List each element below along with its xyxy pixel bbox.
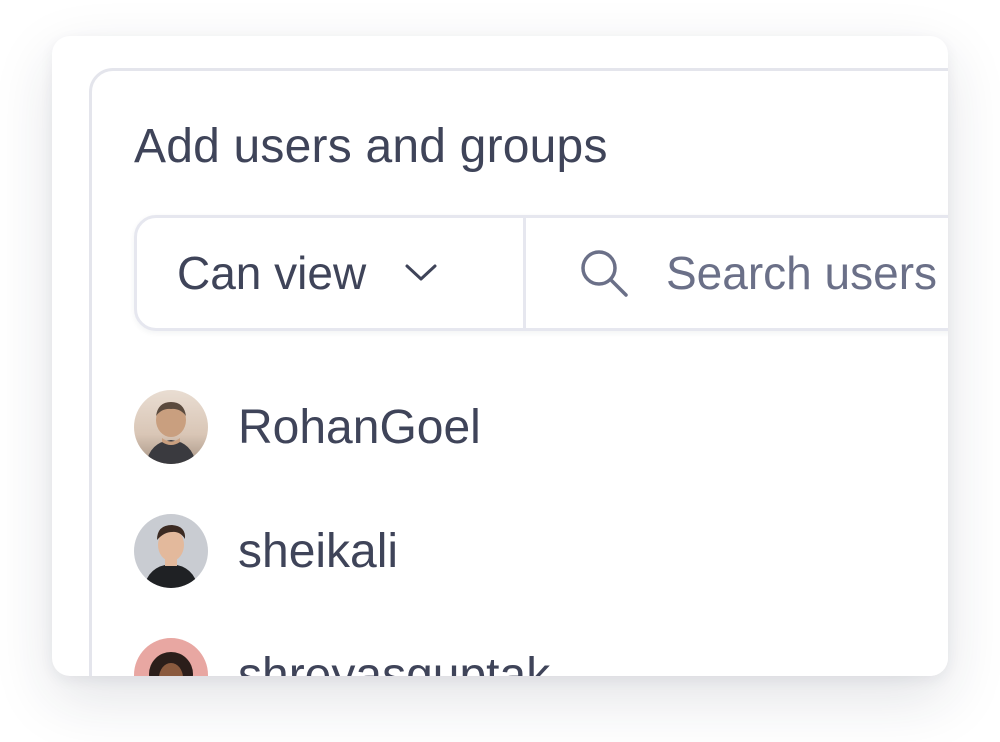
permission-selected-value: Can view [177, 247, 367, 299]
add-users-control-bar: Can view [134, 215, 948, 331]
avatar [134, 514, 208, 588]
user-name: sheikali [238, 524, 399, 578]
user-list-item[interactable]: shreyasguptak [134, 637, 550, 676]
avatar [134, 390, 208, 464]
user-name: shreyasguptak [238, 648, 551, 677]
search-box[interactable] [526, 218, 948, 328]
dialog-card: Add users and groups Can view Search use… [52, 36, 948, 676]
panel-title: Add users and groups [134, 120, 608, 173]
user-list-item[interactable]: sheikali [134, 513, 398, 589]
search-icon [578, 247, 630, 299]
chevron-down-icon [404, 263, 438, 283]
search-input[interactable] [666, 246, 948, 300]
user-list-item[interactable]: RohanGoel [134, 389, 481, 465]
avatar [134, 638, 208, 676]
user-name: RohanGoel [238, 400, 481, 454]
permission-dropdown[interactable]: Can view [137, 218, 526, 328]
share-panel: Add users and groups Can view Search use… [89, 68, 948, 676]
